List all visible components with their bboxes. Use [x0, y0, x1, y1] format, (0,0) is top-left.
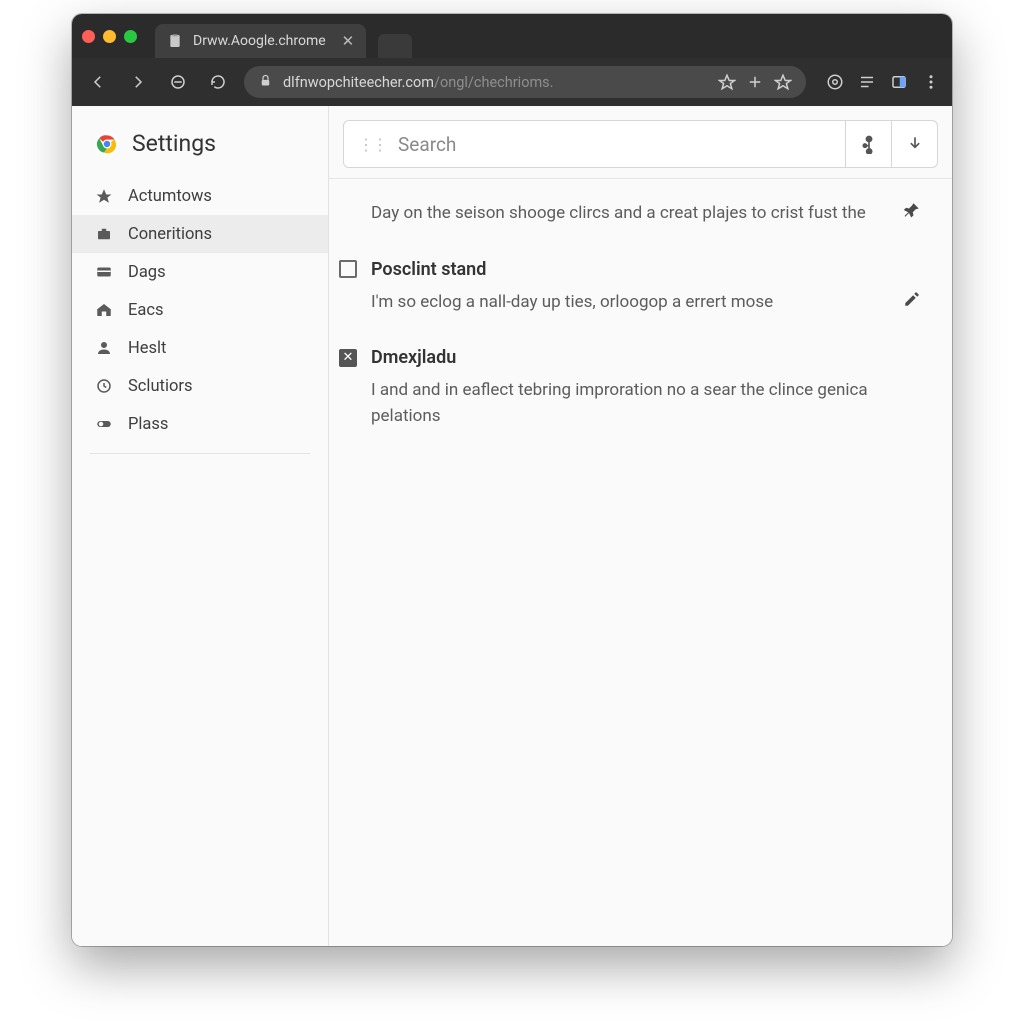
- entry-description: I and and in eaflect tebring improration…: [371, 378, 926, 429]
- search-actions: [846, 120, 938, 168]
- maximize-window-button[interactable]: [124, 30, 137, 43]
- new-tab-button[interactable]: [378, 34, 412, 58]
- url-path: /ongl/chechrioms.: [434, 74, 553, 91]
- settings-list: Day on the seison shooge clircs and a cr…: [329, 179, 952, 467]
- minimize-window-button[interactable]: [103, 30, 116, 43]
- tab-title: Drww.Aoogle.chrome: [193, 33, 326, 49]
- extensions-icon[interactable]: [826, 73, 844, 91]
- browser-window: Drww.Aoogle.chrome ✕ dlfnwopchiteecher.c…: [72, 14, 952, 946]
- stop-button[interactable]: [164, 68, 192, 96]
- reload-button[interactable]: [204, 68, 232, 96]
- bookmark-star-icon[interactable]: [774, 73, 792, 91]
- list-item: ✕ Dmexjladu I and and in eaflect tebring…: [339, 333, 926, 447]
- sidebar: Settings Actumtows Coneritions Dags Eac: [72, 106, 329, 946]
- side-panel-icon[interactable]: [890, 73, 908, 91]
- list-item: Day on the seison shooge clircs and a cr…: [339, 187, 926, 245]
- settings-header: Settings: [72, 120, 328, 177]
- browser-tab[interactable]: Drww.Aoogle.chrome ✕: [155, 24, 366, 58]
- titlebar: Drww.Aoogle.chrome ✕: [72, 14, 952, 58]
- drag-handle-icon: ⋮⋮: [358, 135, 386, 154]
- sidebar-item-label: Eacs: [128, 301, 164, 320]
- main-panel: ⋮⋮ Search Day on the seison shooge clirc…: [329, 106, 952, 946]
- url-host: dlfnwopchiteecher.com: [283, 74, 434, 91]
- lock-icon: [258, 73, 273, 92]
- entry-title: Dmexjladu: [371, 347, 456, 368]
- sidebar-item-label: Sclutiors: [128, 377, 192, 396]
- back-button[interactable]: [84, 68, 112, 96]
- sidebar-item-dags[interactable]: Dags: [72, 253, 328, 291]
- pin-button[interactable]: [898, 201, 926, 219]
- sidebar-item-label: Heslt: [128, 339, 166, 358]
- toolbar: dlfnwopchiteecher.com/ongl/chechrioms.: [72, 58, 952, 106]
- tab-close-icon[interactable]: ✕: [342, 32, 355, 50]
- search-placeholder: Search: [398, 133, 456, 156]
- sidebar-item-coneritions[interactable]: Coneritions: [72, 215, 328, 253]
- add-icon[interactable]: [746, 73, 764, 91]
- entry-description: I'm so eclog a nall-day up ties, orloogo…: [371, 290, 880, 316]
- sidebar-item-heslt[interactable]: Heslt: [72, 329, 328, 367]
- clock-icon: [94, 376, 114, 396]
- sidebar-divider: [90, 453, 310, 454]
- star-icon: [94, 186, 114, 206]
- sidebar-item-actumtows[interactable]: Actumtows: [72, 177, 328, 215]
- sidebar-nav: Actumtows Coneritions Dags Eacs Heslt: [72, 177, 328, 454]
- address-bar[interactable]: dlfnwopchiteecher.com/ongl/chechrioms.: [244, 66, 806, 98]
- person-icon: [94, 338, 114, 358]
- sidebar-item-label: Dags: [128, 263, 166, 282]
- edit-button[interactable]: [898, 290, 926, 308]
- filter-button[interactable]: [846, 120, 892, 168]
- entry-description: Day on the seison shooge clircs and a cr…: [371, 201, 880, 227]
- search-input[interactable]: ⋮⋮ Search: [343, 120, 846, 168]
- close-window-button[interactable]: [82, 30, 95, 43]
- checkbox[interactable]: [339, 260, 357, 278]
- forward-button[interactable]: [124, 68, 152, 96]
- sidebar-item-label: Actumtows: [128, 187, 212, 206]
- sidebar-item-sclutiors[interactable]: Sclutiors: [72, 367, 328, 405]
- sidebar-item-label: Plass: [128, 415, 168, 434]
- reading-list-icon[interactable]: [858, 73, 876, 91]
- toolbar-right: [826, 73, 940, 91]
- window-controls: [82, 30, 137, 43]
- checkbox[interactable]: ✕: [339, 349, 357, 367]
- card-icon: [94, 262, 114, 282]
- toggle-icon: [94, 414, 114, 434]
- entry-title: Posclint stand: [371, 259, 486, 280]
- page-content: Settings Actumtows Coneritions Dags Eac: [72, 106, 952, 946]
- tab-favicon-icon: [167, 33, 183, 49]
- url-text: dlfnwopchiteecher.com/ongl/chechrioms.: [283, 74, 553, 91]
- translate-icon[interactable]: [718, 73, 736, 91]
- sidebar-item-label: Coneritions: [128, 225, 212, 244]
- list-item: Posclint stand I'm so eclog a nall-day u…: [339, 245, 926, 334]
- sidebar-item-eacs[interactable]: Eacs: [72, 291, 328, 329]
- briefcase-icon: [94, 224, 114, 244]
- download-button[interactable]: [892, 120, 938, 168]
- settings-title: Settings: [132, 130, 216, 157]
- chrome-logo-icon: [94, 131, 120, 157]
- home-icon: [94, 300, 114, 320]
- sidebar-item-plass[interactable]: Plass: [72, 405, 328, 443]
- overflow-menu-icon[interactable]: [922, 73, 940, 91]
- search-row: ⋮⋮ Search: [329, 106, 952, 179]
